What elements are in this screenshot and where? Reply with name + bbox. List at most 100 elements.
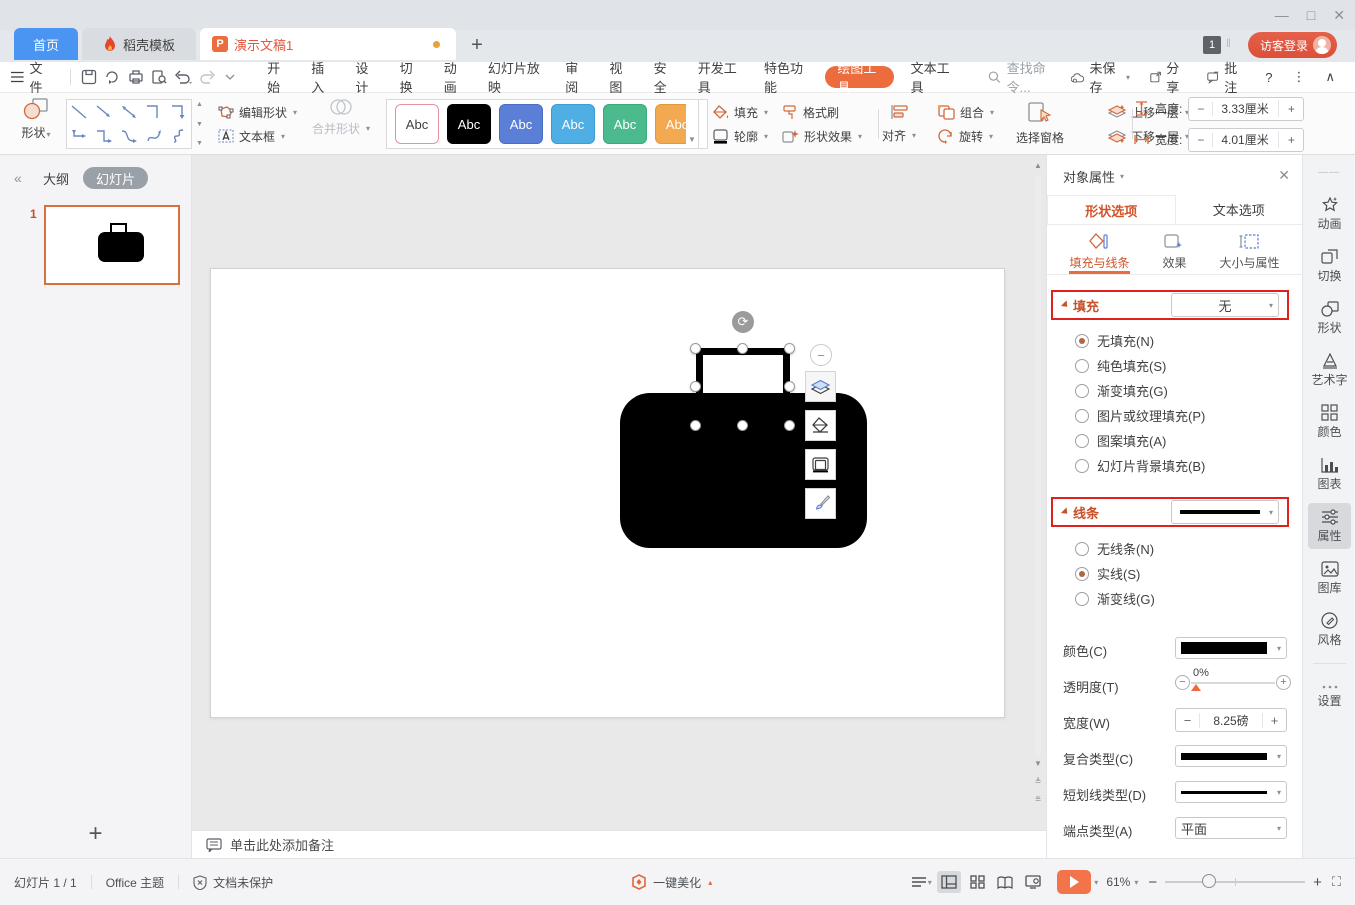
shape-elbow-connector[interactable]	[141, 100, 166, 124]
style-swatch-green[interactable]: Abc	[603, 104, 647, 144]
compound-type-dropdown[interactable]: ▾	[1175, 745, 1287, 767]
save-status-button[interactable]: 未保存 ▾	[1063, 58, 1138, 96]
slide-page[interactable]	[210, 268, 1005, 718]
radio-gradient-fill[interactable]: 渐变填充(G)	[1075, 381, 1168, 400]
shape-s-curve[interactable]	[166, 124, 191, 148]
fill-quick-button[interactable]	[805, 410, 836, 441]
selection-handle-bottom-right[interactable]	[784, 420, 795, 431]
collapse-quick-tools-button[interactable]: −	[810, 344, 832, 366]
layer-quick-button[interactable]	[805, 371, 836, 402]
outline-quick-button[interactable]	[805, 449, 836, 480]
shape-curve[interactable]	[141, 124, 166, 148]
transparency-thumb[interactable]	[1191, 684, 1201, 691]
selection-handle-mid-right[interactable]	[784, 381, 795, 392]
previous-slide-icon[interactable]: ≜	[1032, 777, 1044, 786]
rotate-button[interactable]: 旋转 ▾	[938, 128, 994, 145]
group-button[interactable]: 组合 ▾	[938, 104, 994, 121]
sidebar-item-colors[interactable]: 颜色	[1308, 399, 1351, 445]
tab-current-document[interactable]: P 演示文稿1	[200, 28, 456, 60]
fill-section-toggle[interactable]: 填充	[1060, 296, 1099, 315]
properties-title[interactable]: 对象属性 ▾	[1063, 167, 1124, 186]
minimize-button[interactable]: —	[1275, 8, 1289, 22]
menu-item-text-tools[interactable]: 文本工具	[900, 61, 966, 95]
line-style-dropdown[interactable]: ▾	[1171, 500, 1279, 524]
zoom-level-button[interactable]: 61% ▾	[1106, 875, 1138, 889]
sidebar-item-style[interactable]: 风格	[1308, 607, 1351, 653]
save-button[interactable]	[77, 65, 101, 89]
collapse-ribbon-button[interactable]: ∧	[1317, 69, 1343, 85]
tab-outline[interactable]: 大纲	[43, 169, 69, 188]
subtab-effects[interactable]: 效果	[1162, 229, 1187, 274]
sidebar-item-shapes[interactable]: 形状	[1308, 295, 1351, 341]
sidebar-item-settings[interactable]: 设置	[1308, 673, 1351, 719]
collapse-panel-button[interactable]: «	[14, 170, 22, 186]
outline-button[interactable]: 轮廓 ▾	[712, 128, 768, 145]
line-width-value[interactable]: 8.25磅	[1200, 712, 1262, 729]
next-slide-icon[interactable]: ≝	[1032, 795, 1044, 804]
radio-pattern-fill[interactable]: 图案填充(A)	[1075, 431, 1166, 450]
scroll-up-icon[interactable]: ▲	[1032, 161, 1044, 170]
format-painter-button[interactable]: 格式刷	[782, 104, 862, 121]
gallery-up-icon[interactable]: ▲	[196, 101, 203, 108]
scrollbar-track[interactable]	[1035, 175, 1041, 755]
style-brush-quick-button[interactable]	[805, 488, 836, 519]
menu-item-transition[interactable]: 切换	[389, 61, 433, 95]
zoom-in-button[interactable]: +	[1313, 874, 1322, 891]
radio-picture-texture-fill[interactable]: 图片或纹理填充(P)	[1075, 406, 1205, 425]
fit-slide-button[interactable]: ⛶	[1332, 874, 1341, 890]
fill-button[interactable]: 填充 ▾	[712, 104, 768, 121]
menu-item-review[interactable]: 审阅	[554, 61, 598, 95]
merge-shapes-button[interactable]: 合并形状 ▾	[305, 98, 377, 137]
share-button[interactable]: 分享	[1142, 58, 1195, 96]
canvas-vertical-scrollbar[interactable]: ▲ ▼ ≜ ≝	[1032, 161, 1044, 821]
radio-background-fill[interactable]: 幻灯片背景填充(B)	[1075, 456, 1205, 475]
comment-button[interactable]: 批注	[1199, 58, 1253, 96]
help-button[interactable]: ?	[1257, 70, 1280, 85]
guest-login-button[interactable]: 访客登录	[1248, 32, 1338, 58]
sidebar-item-transition[interactable]: 切换	[1308, 243, 1351, 289]
selection-pane-button[interactable]: 选择窗格	[1016, 129, 1064, 146]
line-width-increase-button[interactable]: +	[1262, 712, 1286, 728]
height-value[interactable]: 3.33厘米	[1213, 100, 1280, 117]
edit-shape-button[interactable]: 编辑形状 ▾	[218, 104, 297, 121]
undo-button[interactable]	[171, 65, 195, 89]
sidebar-item-wordart[interactable]: 艺术字	[1308, 347, 1351, 393]
zoom-out-button[interactable]: −	[1148, 874, 1157, 891]
width-value[interactable]: 4.01厘米	[1213, 131, 1280, 148]
shape-elbow-arrow[interactable]	[166, 100, 191, 124]
menu-item-developer[interactable]: 开发工具	[687, 61, 753, 95]
play-slideshow-button[interactable]	[1057, 870, 1092, 894]
radio-gradient-line[interactable]: 渐变线(G)	[1075, 589, 1155, 608]
selection-handle-top-right[interactable]	[784, 343, 795, 354]
rotate-handle[interactable]: ⟳	[732, 311, 754, 333]
style-swatch-lightblue[interactable]: Abc	[551, 104, 595, 144]
briefcase-handle-shape-selected[interactable]	[696, 348, 790, 425]
tab-slides-active[interactable]: 幻灯片	[83, 167, 149, 189]
width-increase-button[interactable]: +	[1279, 133, 1303, 147]
shape-double-arrow[interactable]	[117, 100, 142, 124]
shape-curve-connector[interactable]	[117, 124, 142, 148]
width-decrease-button[interactable]: −	[1189, 132, 1214, 147]
zoom-slider-knob[interactable]	[1201, 874, 1216, 888]
height-decrease-button[interactable]: −	[1189, 101, 1214, 116]
text-box-button[interactable]: 文本框 ▾	[218, 128, 297, 145]
export-button[interactable]	[100, 65, 124, 89]
radio-no-fill[interactable]: 无填充(N)	[1075, 331, 1154, 350]
subtab-size-properties[interactable]: 大小与属性	[1219, 229, 1280, 274]
transparency-track[interactable]	[1191, 682, 1275, 684]
sidebar-item-properties-active[interactable]: 属性	[1308, 503, 1351, 549]
notes-bar[interactable]: 单击此处添加备注	[192, 830, 1046, 858]
find-command-search[interactable]: 查找命令...	[988, 58, 1063, 96]
menu-item-insert[interactable]: 插入	[300, 61, 344, 95]
style-swatch-blue[interactable]: Abc	[499, 104, 543, 144]
line-color-dropdown[interactable]: ▾	[1175, 637, 1287, 659]
protection-status-button[interactable]: 文档未保护	[179, 872, 287, 892]
sidebar-item-charts[interactable]: 图表	[1308, 451, 1351, 497]
style-swatch-black[interactable]: Abc	[447, 104, 491, 144]
shape-line[interactable]	[67, 100, 92, 124]
add-slide-button[interactable]: +	[0, 820, 191, 848]
slide-thumbnail[interactable]	[44, 205, 180, 285]
selection-handle-mid-left[interactable]	[690, 381, 701, 392]
tab-shape-options[interactable]: 形状选项	[1047, 195, 1176, 224]
gallery-down-icon[interactable]: ▼	[196, 121, 203, 128]
